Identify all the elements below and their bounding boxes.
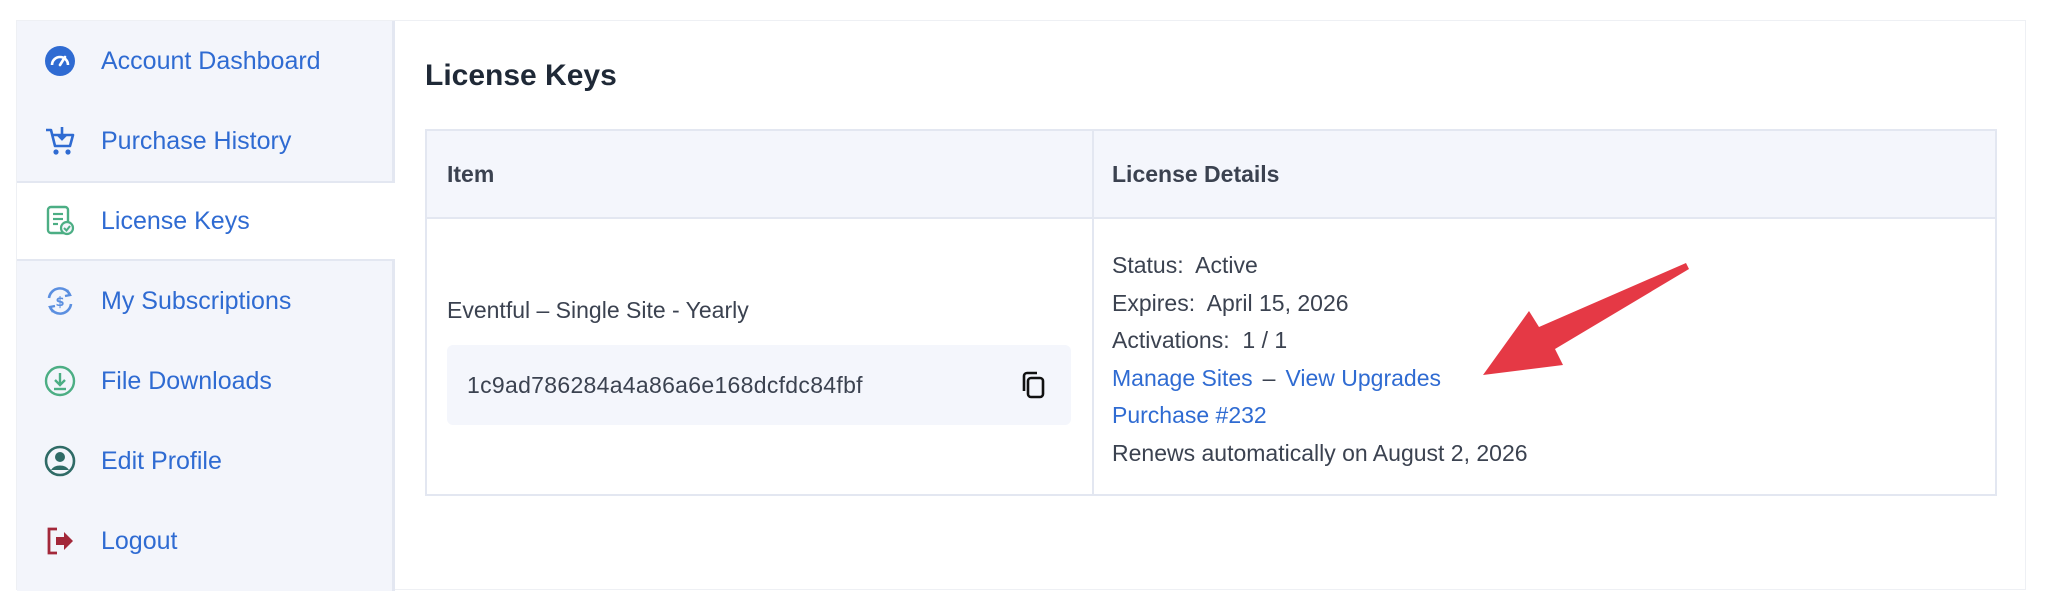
status-row: Status: Active	[1112, 247, 1528, 285]
sidebar-item-label: Edit Profile	[101, 446, 222, 475]
profile-icon	[43, 444, 77, 478]
sidebar-item-edit-profile[interactable]: Edit Profile	[17, 421, 395, 501]
expires-row: Expires: April 15, 2026	[1112, 285, 1528, 323]
sidebar-item-my-subscriptions[interactable]: $ My Subscriptions	[17, 261, 395, 341]
activations-row: Activations: 1 / 1	[1112, 322, 1528, 360]
link-separator: –	[1262, 364, 1276, 391]
column-divider	[1092, 131, 1094, 494]
table-header: Item License Details	[427, 131, 1995, 219]
download-icon	[43, 364, 77, 398]
manage-sites-link[interactable]: Manage Sites	[1112, 365, 1253, 391]
expires-value: April 15, 2026	[1206, 289, 1349, 316]
license-icon	[43, 204, 77, 238]
sidebar-item-label: Logout	[101, 526, 178, 555]
cart-icon	[43, 124, 77, 158]
license-key-value[interactable]: 1c9ad786284a4a86a6e168dcfdc84fbf	[467, 372, 863, 399]
copy-icon[interactable]	[1017, 369, 1049, 401]
activations-label: Activations:	[1112, 327, 1230, 354]
status-label: Status:	[1112, 252, 1184, 278]
sidebar-item-logout[interactable]: Logout	[17, 501, 395, 581]
sidebar-item-purchase-history[interactable]: Purchase History	[17, 101, 395, 181]
license-keys-table: Item License Details Eventful – Single S…	[425, 129, 1997, 496]
sidebar-item-label: Purchase History	[101, 126, 292, 155]
subscription-icon: $	[43, 284, 77, 318]
item-name: Eventful – Single Site - Yearly	[447, 297, 749, 323]
view-upgrades-link[interactable]: View Upgrades	[1285, 365, 1441, 391]
sidebar-item-account-dashboard[interactable]: Account Dashboard	[17, 21, 395, 101]
purchase-row: Purchase #232	[1112, 397, 1528, 435]
sidebar-item-label: License Keys	[101, 206, 250, 235]
account-page: Account Dashboard Purchase History Licen…	[16, 20, 2026, 591]
license-key-field[interactable]: 1c9ad786284a4a86a6e168dcfdc84fbf	[447, 345, 1071, 425]
sidebar-item-file-downloads[interactable]: File Downloads	[17, 341, 395, 421]
sidebar-nav: Account Dashboard Purchase History Licen…	[17, 21, 395, 591]
sidebar-item-label: Account Dashboard	[101, 46, 321, 75]
svg-text:$: $	[55, 295, 64, 310]
gauge-icon	[43, 44, 77, 78]
expires-label: Expires:	[1112, 289, 1196, 316]
sidebar-item-label: File Downloads	[101, 366, 272, 395]
logout-icon	[43, 524, 77, 558]
page-title: License Keys	[425, 59, 617, 92]
renewal-row: Renews automatically on August 2, 2026	[1112, 435, 1528, 473]
purchase-link[interactable]: Purchase #232	[1112, 402, 1267, 428]
sidebar-item-license-keys[interactable]: License Keys	[17, 181, 395, 261]
renewal-text: Renews automatically on August 2, 2026	[1112, 439, 1528, 466]
sidebar-item-label: My Subscriptions	[101, 286, 292, 315]
activations-value: 1 / 1	[1242, 327, 1288, 354]
column-header-license-details: License Details	[1112, 161, 1280, 187]
actions-row: Manage Sites – View Upgrades	[1112, 360, 1528, 398]
column-header-item: Item	[447, 161, 495, 187]
license-details: Status: Active Expires: April 15, 2026 A…	[1112, 247, 1528, 473]
status-value: Active	[1195, 252, 1258, 278]
